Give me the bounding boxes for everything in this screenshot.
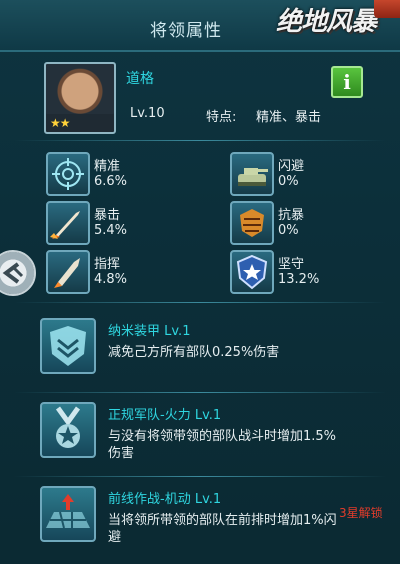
skill-description: 减免己方所有部队0.25%伤害 <box>108 345 280 360</box>
stat-name: 暴击 <box>94 208 121 223</box>
stat-precision: 精准 6.6% <box>46 152 206 196</box>
commander-name: 道格 <box>126 71 154 87</box>
stat-value: 0% <box>278 223 299 238</box>
info-button[interactable]: i <box>331 66 363 98</box>
commander-avatar[interactable]: ★★ <box>44 62 116 134</box>
skill-description: 与没有将领带领的部队战斗时增加1.5%伤害 <box>108 429 337 461</box>
stat-command: 指挥 4.8% <box>46 250 206 294</box>
stat-name: 抗暴 <box>278 208 305 223</box>
back-button[interactable] <box>0 250 36 296</box>
skill-item[interactable]: 正规军队-火力 Lv.1 与没有将领带领的部队战斗时增加1.5%伤害 <box>0 402 400 480</box>
star-shield-icon <box>230 250 274 294</box>
skill-item-locked[interactable]: 前线作战-机动 Lv.1 当将领所带领的部队在前排时增加1%闪避 <box>0 486 400 564</box>
stat-name: 指挥 <box>94 257 121 272</box>
skill-description: 当将领所带领的部队在前排时增加1%闪避 <box>108 513 337 545</box>
rocket-icon <box>46 250 90 294</box>
skill-title: 正规军队-火力 Lv.1 <box>108 408 222 423</box>
skill-item[interactable]: 纳米装甲 Lv.1 减免己方所有部队0.25%伤害 <box>0 318 400 396</box>
page-title: 将领属性 <box>150 21 222 41</box>
skill-title: 前线作战-机动 Lv.1 <box>108 492 222 507</box>
frontline-icon <box>40 486 96 542</box>
stat-name: 闪避 <box>278 159 305 174</box>
skill-title: 纳米装甲 Lv.1 <box>108 324 191 339</box>
commander-level: Lv.10 <box>130 106 165 121</box>
divider <box>14 476 386 477</box>
crosshair-icon <box>46 152 90 196</box>
stat-value: 5.4% <box>94 223 128 238</box>
star-rating: ★★ <box>50 116 70 130</box>
trait-value: 精准、暴击 <box>256 110 322 125</box>
game-logo: 绝地风暴 <box>275 7 377 37</box>
stat-crit-resist: 抗暴 0% <box>230 201 390 245</box>
attributes-panel: 将领属性 绝地风暴 ★★ 道格 Lv.10 特点: 精准、暴击 i 精准 6.6… <box>0 0 400 545</box>
stat-name: 精准 <box>94 159 121 174</box>
stat-steadfast: 坚守 13.2% <box>230 250 390 294</box>
stat-value: 13.2% <box>278 272 320 287</box>
unlock-requirement: 3星解锁 <box>339 506 383 520</box>
commander-profile: ★★ 道格 Lv.10 特点: 精准、暴击 i <box>20 54 390 144</box>
shield-burst-icon <box>230 201 274 245</box>
trait-label: 特点: <box>206 110 237 125</box>
stat-value: 6.6% <box>94 174 128 189</box>
armor-badge-icon <box>40 318 96 374</box>
close-button[interactable] <box>374 0 400 18</box>
header-bar: 将领属性 绝地风暴 <box>0 0 400 52</box>
tank-icon <box>230 152 274 196</box>
stat-value: 4.8% <box>94 272 128 287</box>
stat-value: 0% <box>278 174 299 189</box>
medal-icon <box>40 402 96 458</box>
divider <box>14 302 386 303</box>
divider <box>14 392 386 393</box>
missile-icon <box>46 201 90 245</box>
divider <box>14 140 386 141</box>
stat-critical: 暴击 5.4% <box>46 201 206 245</box>
stat-evasion: 闪避 0% <box>230 152 390 196</box>
stat-name: 坚守 <box>278 257 305 272</box>
